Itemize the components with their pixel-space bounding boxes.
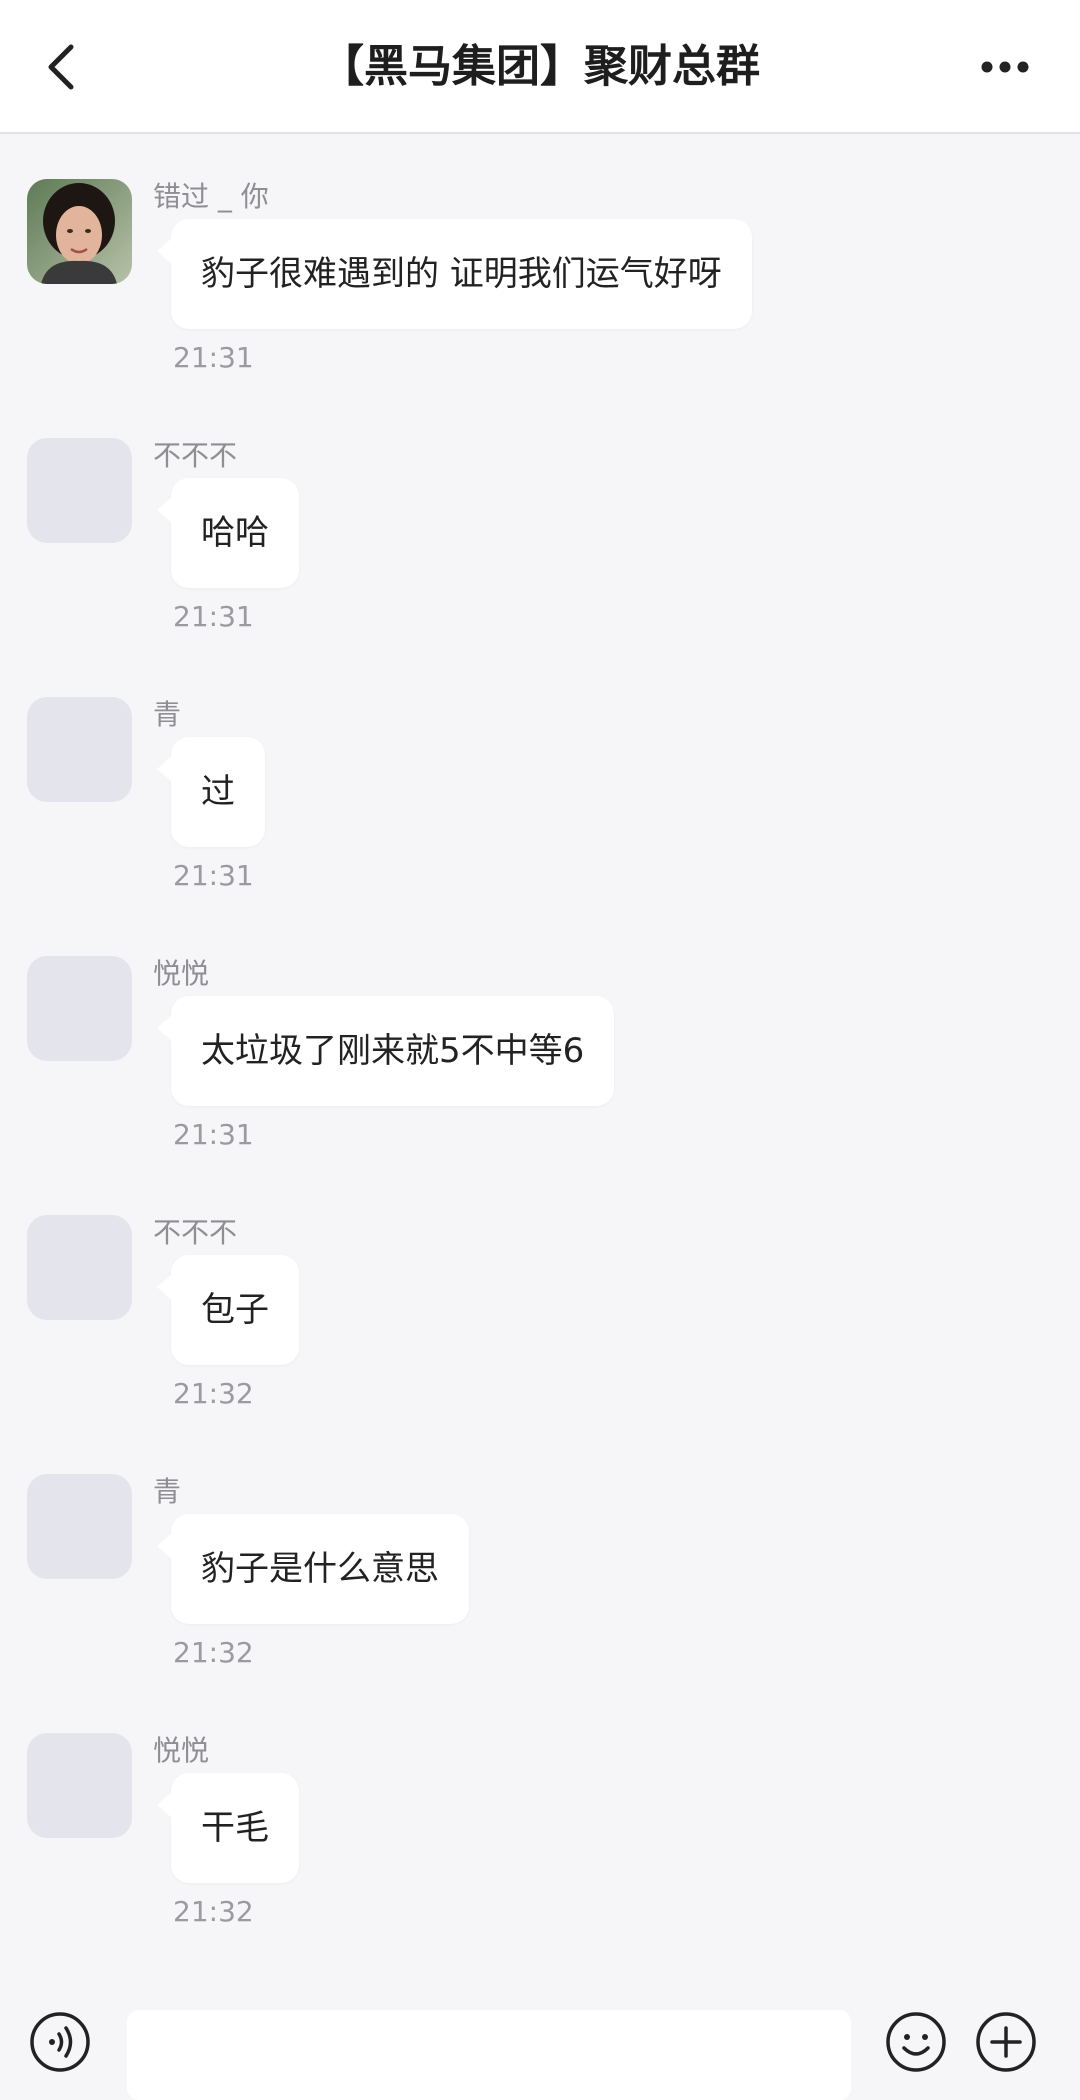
- avatar[interactable]: [27, 956, 132, 1061]
- sender-name: 不不不: [153, 439, 238, 472]
- voice-button[interactable]: [28, 2010, 92, 2074]
- emoji-icon: [886, 2012, 946, 2072]
- sender-name: 青: [153, 698, 182, 731]
- message-bubble[interactable]: 豹子很难遇到的 证明我们运气好呀: [157, 219, 752, 329]
- message-time: 21:32: [173, 1636, 254, 1669]
- message-bubble[interactable]: 干毛: [157, 1773, 299, 1883]
- avatar[interactable]: [27, 1474, 132, 1579]
- emoji-button[interactable]: [884, 2010, 948, 2074]
- avatar-photo: [27, 179, 132, 284]
- back-button[interactable]: [30, 30, 90, 104]
- message-time: 21:31: [173, 341, 254, 374]
- message-item: 错过 _ 你 豹子很难遇到的 证明我们运气好呀 21:31: [0, 179, 1080, 379]
- sender-name: 悦悦: [153, 1734, 210, 1767]
- more-horizontal-icon: [981, 61, 1029, 73]
- top-bar: 【黑马集团】聚财总群: [0, 0, 1080, 134]
- message-time: 21:32: [173, 1377, 254, 1410]
- message-bubble[interactable]: 太垃圾了刚来就5不中等6: [156, 996, 615, 1106]
- avatar[interactable]: [27, 1733, 132, 1838]
- chevron-left-icon: [48, 44, 74, 90]
- more-button[interactable]: [970, 40, 1040, 94]
- message-input[interactable]: [127, 2010, 851, 2100]
- avatar[interactable]: [27, 438, 132, 543]
- avatar[interactable]: [27, 697, 132, 802]
- message-bubble[interactable]: 哈哈: [157, 478, 299, 588]
- plus-button[interactable]: [974, 2010, 1038, 2074]
- voice-icon: [30, 2012, 90, 2072]
- sender-name: 青: [153, 1475, 182, 1508]
- sender-name: 不不不: [153, 1216, 238, 1249]
- sender-name: 错过 _ 你: [153, 180, 269, 213]
- message-bubble[interactable]: 包子: [157, 1255, 299, 1365]
- chat-title: 【黑马集团】聚财总群: [320, 41, 760, 92]
- message-bubble[interactable]: 过: [157, 737, 265, 847]
- message-time: 21:31: [173, 1118, 254, 1151]
- message-bubble[interactable]: 豹子是什么意思: [157, 1514, 469, 1624]
- message-time: 21:32: [173, 1895, 254, 1928]
- avatar[interactable]: [27, 1215, 132, 1320]
- message-item: 不不不 包子 21:32: [0, 1215, 1080, 1415]
- message-time: 21:31: [173, 859, 254, 892]
- plus-icon: [976, 2012, 1036, 2072]
- message-item: 悦悦 干毛 21:32: [0, 1733, 1080, 1933]
- message-time: 21:31: [173, 600, 254, 633]
- message-item: 青 过 21:31: [0, 697, 1080, 897]
- message-item: 悦悦 太垃圾了刚来就5不中等6 21:31: [0, 956, 1080, 1156]
- input-bar: [0, 1980, 1080, 2100]
- sender-name: 悦悦: [153, 957, 210, 990]
- message-item: 不不不 哈哈 21:31: [0, 438, 1080, 638]
- message-item: 青 豹子是什么意思 21:32: [0, 1474, 1080, 1674]
- avatar[interactable]: [27, 179, 132, 284]
